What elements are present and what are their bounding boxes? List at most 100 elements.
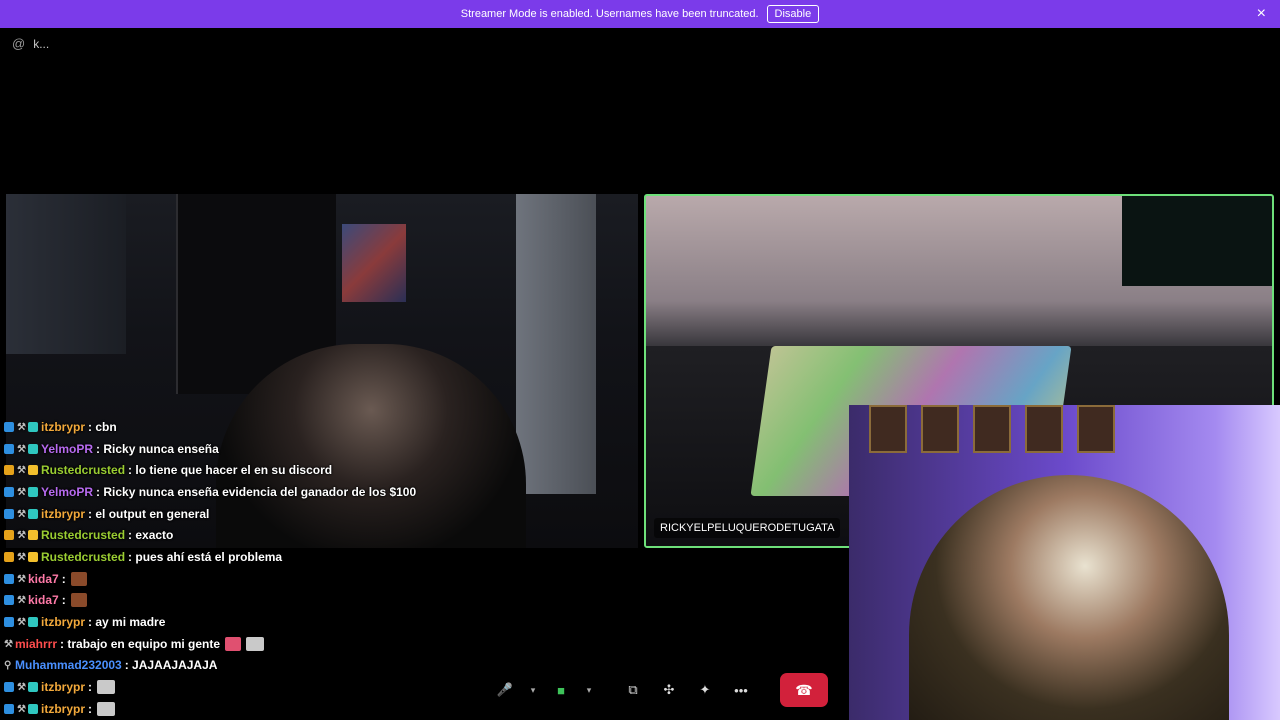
chat-message: ⚒ Rustedcrusted : lo tiene que hacer el …	[4, 459, 524, 481]
chat-text: :	[61, 593, 66, 608]
tool-badge-icon: ⚒	[17, 443, 26, 455]
chat-message: ⚒ kida7 :	[4, 568, 524, 590]
chat-username: itzbrypr	[41, 615, 86, 630]
frame	[1077, 405, 1115, 453]
mic-options-chevron-icon[interactable]: ▾	[526, 675, 540, 705]
chat-text: :	[88, 701, 93, 716]
chat-message: ⚒ YelmoPR : Ricky nunca enseña	[4, 438, 524, 460]
prime-badge-icon	[4, 617, 14, 628]
chat-username: Rustedcrusted	[41, 528, 126, 543]
chat-username: Rustedcrusted	[41, 549, 126, 564]
chat-username: kida7	[28, 593, 59, 608]
frame	[1025, 405, 1063, 453]
chat-message: ⚒ itzbrypr : ay mi madre	[4, 611, 524, 633]
emote-icon	[225, 636, 242, 651]
camera-options-chevron-icon[interactable]: ▾	[582, 675, 596, 705]
tool-badge-icon: ⚒	[17, 573, 26, 585]
sub-badge-icon	[28, 682, 38, 693]
banner-message: Streamer Mode is enabled. Usernames have…	[460, 8, 759, 20]
close-icon[interactable]: ×	[1257, 6, 1266, 22]
chat-username: Rustedcrusted	[41, 463, 126, 478]
chat-text: : exacto	[128, 528, 174, 543]
gift-badge-icon	[4, 551, 14, 562]
chat-text: : JAJAAJAJAJA	[124, 658, 218, 673]
emote-icon	[246, 636, 265, 651]
screenshare-icon[interactable]: ⧉	[618, 675, 648, 705]
chat-text: : ay mi madre	[88, 615, 166, 630]
prime-badge-icon	[4, 703, 14, 714]
chat-text: : Ricky nunca enseña	[96, 441, 219, 456]
sub-badge-icon	[28, 508, 38, 519]
tool-badge-icon: ⚒	[17, 465, 26, 477]
frame	[869, 405, 907, 453]
chat-message: ⚒ YelmoPR : Ricky nunca enseña evidencia…	[4, 481, 524, 503]
streamer-mode-banner: Streamer Mode is enabled. Usernames have…	[0, 0, 1280, 28]
chat-message: ⚒ Rustedcrusted : exacto	[4, 524, 524, 546]
chat-text: :	[88, 680, 93, 695]
self-figure	[909, 475, 1229, 720]
chat-username: kida7	[28, 571, 59, 586]
chat-message: ⚒ itzbrypr : el output en general	[4, 503, 524, 525]
chat-username: itzbrypr	[41, 419, 86, 434]
activities-icon[interactable]: ✣	[654, 675, 684, 705]
chat-username: YelmoPR	[41, 441, 94, 456]
chat-username: Muhammad232003	[15, 658, 122, 673]
chat-message: ⚒ itzbrypr :	[4, 698, 524, 720]
tool-badge-icon: ⚒	[17, 486, 26, 498]
chat-text: : trabajo en equipo mi gente	[60, 636, 221, 651]
prime-badge-icon	[4, 443, 14, 454]
gift-badge-icon	[4, 465, 14, 476]
chat-username: miahrrr	[15, 636, 58, 651]
emote-icon	[70, 571, 87, 586]
channel-name: k...	[33, 36, 50, 51]
tool-badge-icon: ⚒	[17, 703, 26, 715]
emote-icon	[97, 680, 116, 695]
sub-badge-icon	[28, 465, 38, 476]
disable-streamer-mode-button[interactable]: Disable	[766, 5, 820, 23]
prime-badge-icon	[4, 573, 14, 584]
emote-icon	[70, 593, 87, 608]
tool-badge-icon: ⚒	[4, 638, 13, 650]
background-poster	[342, 224, 406, 302]
more-options-icon[interactable]: •••	[726, 675, 756, 705]
chat-text: :	[61, 571, 66, 586]
channel-header: @ k...	[12, 36, 49, 51]
chat-message: ⚲ Muhammad232003 : JAJAAJAJAJA	[4, 655, 524, 677]
at-icon: @	[12, 36, 26, 51]
background-door	[516, 194, 596, 494]
sub-badge-icon	[28, 530, 38, 541]
chat-text: : Ricky nunca enseña evidencia del ganad…	[96, 484, 417, 499]
camera-icon[interactable]: ■	[546, 675, 576, 705]
call-controls: 🎤 ▾ ■ ▾ ⧉ ✣ ✦ ••• ☎	[490, 672, 828, 708]
chat-message: ⚒ itzbrypr : cbn	[4, 416, 524, 438]
chat-text: : el output en general	[88, 506, 210, 521]
prime-badge-icon	[4, 486, 14, 497]
frame	[973, 405, 1011, 453]
microphone-icon[interactable]: 🎤	[490, 675, 520, 705]
frame	[921, 405, 959, 453]
pin-badge-icon: ⚲	[4, 660, 12, 672]
chat-text: : pues ahí está el problema	[128, 549, 283, 564]
wall-frames	[869, 405, 1169, 457]
chat-text: : lo tiene que hacer el en su discord	[128, 463, 333, 478]
sub-badge-icon	[28, 617, 38, 628]
tool-badge-icon: ⚒	[17, 617, 26, 629]
participant-nameplate: RICKYELPELUQUERODETUGATA	[654, 518, 841, 538]
chat-message: ⚒ miahrrr : trabajo en equipo mi gente	[4, 633, 524, 655]
chat-message: ⚒ kida7 :	[4, 590, 524, 612]
tool-badge-icon: ⚒	[17, 530, 26, 542]
chat-message: ⚒ itzbrypr :	[4, 676, 524, 698]
prime-badge-icon	[4, 595, 14, 606]
end-call-button[interactable]: ☎	[780, 673, 828, 707]
chat-message: ⚒ Rustedcrusted : pues ahí está el probl…	[4, 546, 524, 568]
emote-icon	[97, 701, 116, 716]
gift-badge-icon	[4, 530, 14, 541]
chat-username: itzbrypr	[41, 680, 86, 695]
tool-badge-icon: ⚒	[17, 421, 26, 433]
monitor	[1122, 196, 1272, 286]
soundboard-icon[interactable]: ✦	[690, 675, 720, 705]
background-wall	[6, 194, 126, 354]
chat-username: itzbrypr	[41, 506, 86, 521]
chat-username: YelmoPR	[41, 484, 94, 499]
sub-badge-icon	[28, 421, 38, 432]
